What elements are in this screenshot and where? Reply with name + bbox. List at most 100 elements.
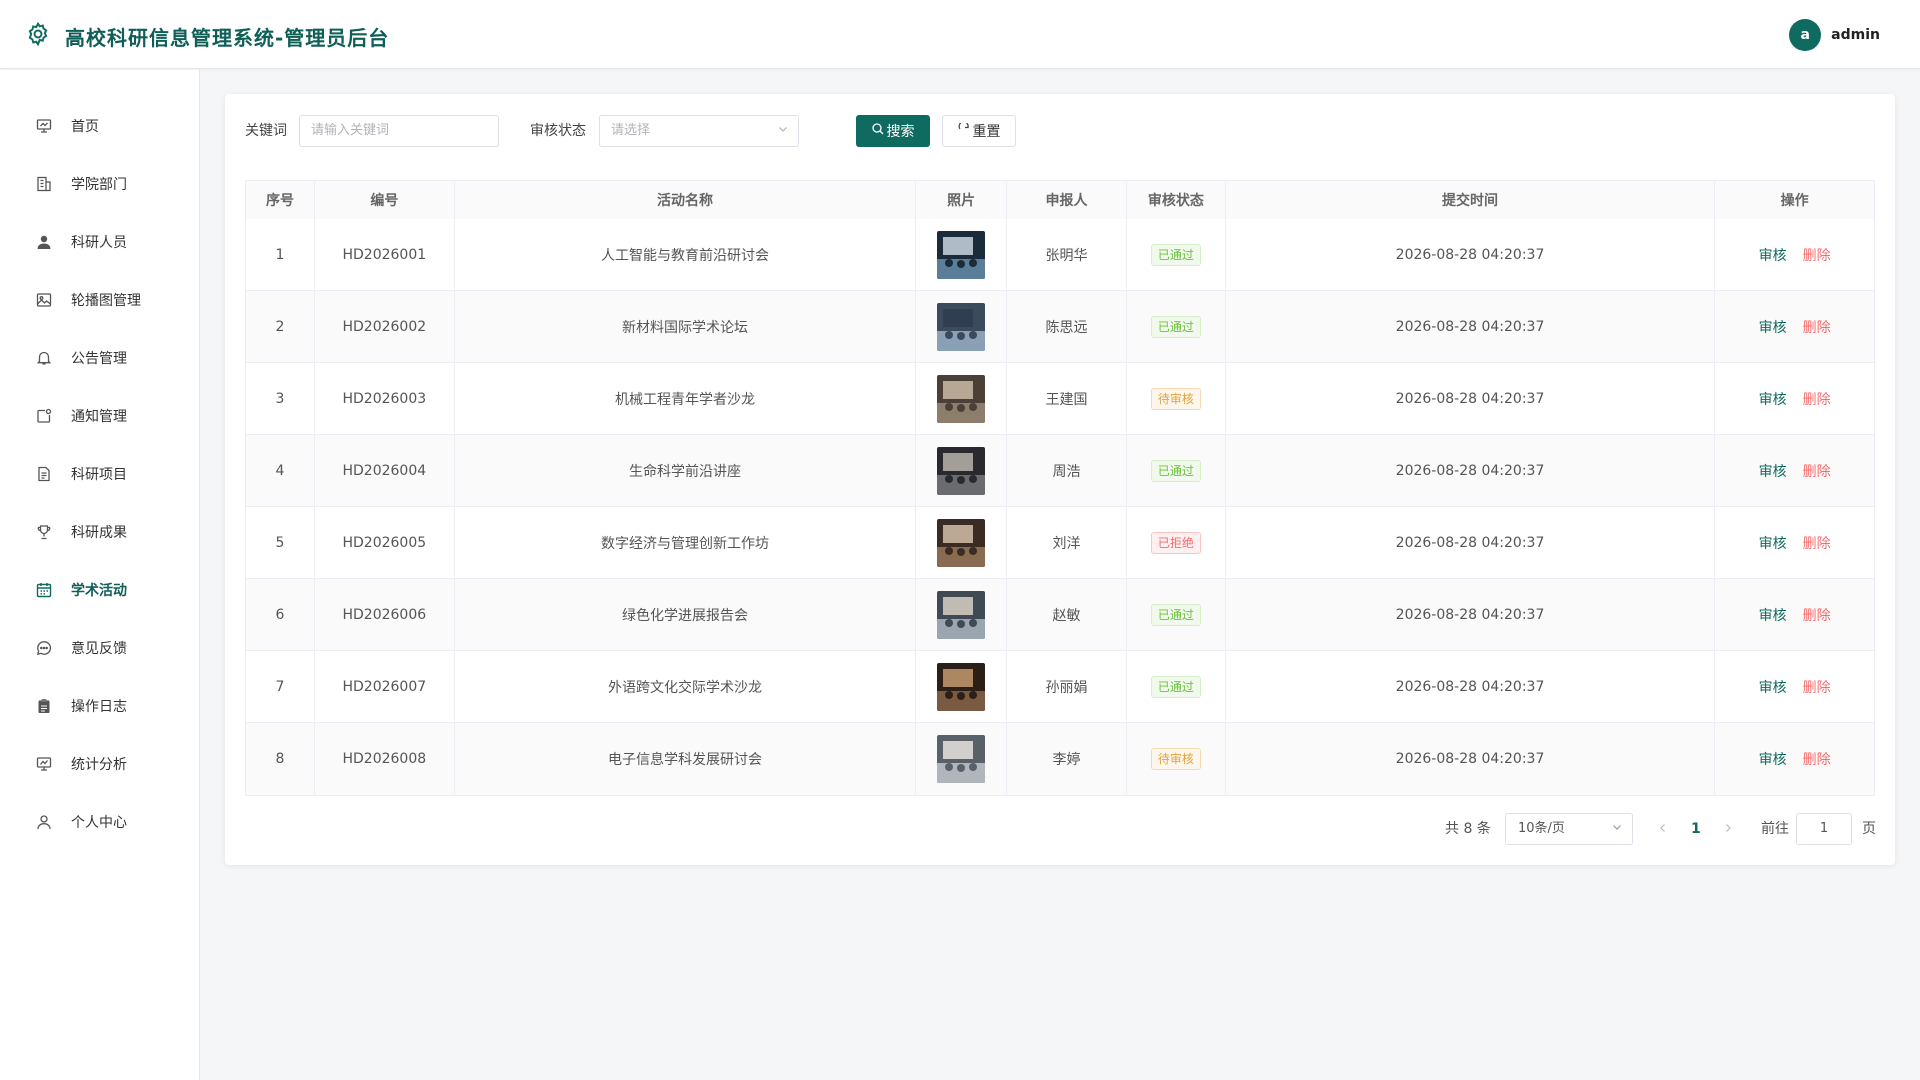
user-icon <box>35 233 53 251</box>
delete-button[interactable]: 删除 <box>1803 389 1831 409</box>
activity-photo[interactable] <box>937 302 986 351</box>
row-time: 2026-08-28 04:20:37 <box>1226 651 1716 722</box>
row-name: 人工智能与教育前沿研讨会 <box>455 219 917 290</box>
row-name: 机械工程青年学者沙龙 <box>455 363 917 434</box>
row-status-cell: 待审核 <box>1127 723 1226 795</box>
row-time: 2026-08-28 04:20:37 <box>1226 291 1716 362</box>
activity-photo[interactable] <box>937 735 986 783</box>
activity-photo[interactable] <box>937 662 986 711</box>
row-index: 6 <box>246 579 315 650</box>
sidebar-item-statistics[interactable]: 统计分析 <box>0 735 199 793</box>
delete-button[interactable]: 删除 <box>1803 461 1831 481</box>
activity-photo[interactable] <box>937 446 986 495</box>
header-actions: 操作 <box>1780 193 1809 209</box>
row-applicant: 张明华 <box>1007 219 1127 290</box>
sidebar-item-logs[interactable]: 操作日志 <box>0 677 199 735</box>
audit-button[interactable]: 审核 <box>1759 461 1787 481</box>
search-icon <box>871 123 884 139</box>
status-select[interactable]: 请选择 <box>599 115 799 147</box>
row-code: HD2026005 <box>315 507 455 578</box>
activity-photo[interactable] <box>937 374 986 423</box>
delete-button[interactable]: 删除 <box>1803 749 1831 769</box>
row-index: 8 <box>246 723 315 795</box>
chevron-left-icon <box>1658 821 1668 837</box>
row-code: HD2026008 <box>315 723 455 795</box>
header-status: 审核状态 <box>1127 181 1226 219</box>
table-body: 1 HD2026001 人工智能与教育前沿研讨会 张明华 已通过 2026-08-28 0… <box>246 219 1874 795</box>
page-number-current[interactable]: 1 <box>1691 813 1701 845</box>
status-badge: 已通过 <box>1150 603 1201 626</box>
activity-photo[interactable] <box>937 230 986 279</box>
sidebar-item-profile[interactable]: 个人中心 <box>0 793 199 851</box>
sidebar-item-feedback[interactable]: 意见反馈 <box>0 619 199 677</box>
avatar[interactable]: a <box>1789 19 1822 51</box>
table-row: 5 HD2026005 数字经济与管理创新工作坊 刘洋 已拒绝 2026-08-28 04… <box>246 507 1874 579</box>
page-size-select[interactable]: 10条/页 <box>1505 813 1633 845</box>
row-index: 7 <box>246 651 315 722</box>
calendar-icon <box>35 581 53 599</box>
activity-table: 序号 编号 活动名称 照片 申报人 审核状态 提交时间 操作 1 HD202600… <box>245 180 1875 796</box>
table-row: 4 HD2026004 生命科学前沿讲座 周浩 已通过 2026-08-28 04:20:… <box>246 435 1874 507</box>
audit-button[interactable]: 审核 <box>1759 605 1787 625</box>
row-time: 2026-08-28 04:20:37 <box>1226 435 1716 506</box>
status-badge: 已通过 <box>1150 675 1201 698</box>
delete-button[interactable]: 删除 <box>1803 245 1831 265</box>
sidebar-item-departments[interactable]: 学院部门 <box>0 155 199 213</box>
table-row: 2 HD2026002 新材料国际学术论坛 陈思远 已通过 2026-08-28 04:2… <box>246 291 1874 363</box>
sidebar-item-notifications[interactable]: 通知管理 <box>0 387 199 445</box>
row-name: 绿色化学进展报告会 <box>455 579 917 650</box>
next-page-button[interactable] <box>1723 813 1733 845</box>
audit-button[interactable]: 审核 <box>1759 389 1787 409</box>
sidebar-item-activities[interactable]: 学术活动 <box>0 561 199 619</box>
sidebar-item-carousel[interactable]: 轮播图管理 <box>0 271 199 329</box>
row-code: HD2026003 <box>315 363 455 434</box>
audit-button[interactable]: 审核 <box>1759 245 1787 265</box>
row-actions: 审核 删除 <box>1715 219 1874 290</box>
status-badge: 已通过 <box>1150 243 1201 266</box>
audit-button[interactable]: 审核 <box>1759 317 1787 337</box>
keyword-label: 关键词 <box>245 123 287 139</box>
page-suffix: 页 <box>1862 821 1876 837</box>
goto-page-input[interactable]: 1 <box>1796 813 1852 845</box>
row-applicant: 赵敏 <box>1007 579 1127 650</box>
row-photo-cell <box>916 291 1008 362</box>
activity-photo[interactable] <box>937 590 986 639</box>
audit-button[interactable]: 审核 <box>1759 533 1787 553</box>
sidebar-item-projects[interactable]: 科研项目 <box>0 445 199 503</box>
row-name: 电子信息学科发展研讨会 <box>455 723 917 795</box>
sidebar-item-achievements[interactable]: 科研成果 <box>0 503 199 561</box>
activity-photo[interactable] <box>937 518 986 567</box>
delete-button[interactable]: 删除 <box>1803 317 1831 337</box>
row-actions: 审核 删除 <box>1715 507 1874 578</box>
delete-button[interactable]: 删除 <box>1803 605 1831 625</box>
row-time: 2026-08-28 04:20:37 <box>1226 723 1716 795</box>
username[interactable]: admin <box>1831 27 1880 43</box>
sidebar-item-home[interactable]: 首页 <box>0 97 199 155</box>
refresh-icon <box>958 121 970 139</box>
reset-button[interactable]: 重置 <box>942 115 1016 147</box>
trophy-icon <box>35 523 53 541</box>
status-label: 审核状态 <box>530 123 586 139</box>
row-actions: 审核 删除 <box>1715 435 1874 506</box>
row-status-cell: 已通过 <box>1127 219 1226 290</box>
row-code: HD2026004 <box>315 435 455 506</box>
row-index: 4 <box>246 435 315 506</box>
table-header: 序号 编号 活动名称 照片 申报人 审核状态 提交时间 操作 <box>246 181 1874 219</box>
row-actions: 审核 删除 <box>1715 723 1874 795</box>
audit-button[interactable]: 审核 <box>1759 749 1787 769</box>
goto-label: 前往 <box>1761 821 1789 837</box>
row-photo-cell <box>916 507 1008 578</box>
keyword-input[interactable]: 请输入关键词 <box>299 115 499 147</box>
user-menu[interactable]: a admin <box>1789 19 1880 51</box>
delete-button[interactable]: 删除 <box>1803 533 1831 553</box>
search-button[interactable]: 搜索 <box>856 115 930 147</box>
sidebar-item-researchers[interactable]: 科研人员 <box>0 213 199 271</box>
table-row: 8 HD2026008 电子信息学科发展研讨会 李婷 待审核 2026-08-28 04:… <box>246 723 1874 795</box>
audit-button[interactable]: 审核 <box>1759 677 1787 697</box>
row-status-cell: 已拒绝 <box>1127 507 1226 578</box>
bell-icon <box>35 349 53 367</box>
sidebar-item-announcements[interactable]: 公告管理 <box>0 329 199 387</box>
row-photo-cell <box>916 435 1008 506</box>
delete-button[interactable]: 删除 <box>1803 677 1831 697</box>
prev-page-button[interactable] <box>1658 813 1668 845</box>
